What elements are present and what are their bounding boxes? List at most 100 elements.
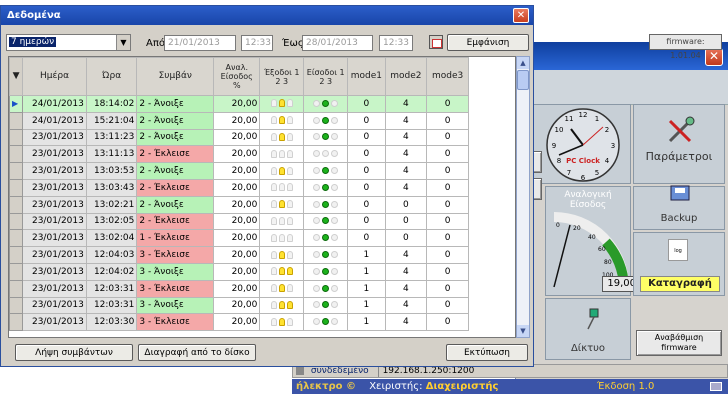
cell-mode1: 1: [347, 296, 386, 315]
cell-day: 23/01/2013: [22, 229, 87, 248]
table-row[interactable]: 23/01/2013 13:02:21 2 - Άνοιξε 20,00 0 0 0: [9, 195, 469, 214]
cell-event: 2 - Άνοιξε: [136, 95, 215, 113]
table-row[interactable]: 23/01/2013 13:02:05 2 - Έκλεισε 20,00 0 0 0: [9, 212, 469, 231]
column-header-inputs[interactable]: Είσοδοι 1 2 3: [303, 57, 349, 96]
period-select[interactable]: 7 ημερών ▼: [6, 34, 131, 51]
output-bulb-icon: [278, 267, 285, 276]
backup-panel[interactable]: Backup: [633, 185, 725, 230]
input-led-icon: [331, 116, 339, 124]
table-row[interactable]: 23/01/2013 12:04:03 3 - Έκλεισε 20,00 1 4 0: [9, 246, 469, 264]
column-header-outputs[interactable]: Έξοδοι 1 2 3: [259, 57, 305, 96]
scroll-down-icon[interactable]: ▼: [517, 325, 529, 337]
scroll-up-icon[interactable]: ▲: [517, 57, 529, 69]
table-row[interactable]: 23/01/2013 12:03:31 3 - Έκλεισε 20,00 1 4 0: [9, 279, 469, 298]
cell-outputs: [259, 128, 305, 147]
table-row[interactable]: 23/01/2013 12:04:02 3 - Άνοιξε 20,00 1 4 0: [9, 262, 469, 281]
input-led-icon: [331, 200, 339, 208]
table-row[interactable]: 23/01/2013 13:03:53 2 - Άνοιξε 20,00 0 4 0: [9, 162, 469, 180]
column-header-mode3[interactable]: mode3: [426, 57, 469, 96]
print-button[interactable]: Εκτύπωση: [446, 344, 528, 361]
table-row[interactable]: 23/01/2013 13:03:43 2 - Έκλεισε 20,00 0 4 0: [9, 178, 469, 197]
cell-time: 12:03:31: [85, 279, 138, 298]
operator-label: Χειριστής:: [369, 381, 423, 392]
column-header-day[interactable]: Ημέρα: [22, 57, 87, 96]
output-bulb-icon: [286, 216, 293, 225]
from-time-input[interactable]: 12:33: [241, 35, 273, 51]
row-indicator: [9, 246, 24, 264]
to-date-input[interactable]: 28/01/2013: [302, 35, 373, 51]
input-led-icon: [313, 318, 321, 326]
column-header-time[interactable]: Ώρα: [85, 57, 138, 96]
cell-inputs: [303, 313, 349, 332]
parameters-panel[interactable]: Παράμετροι: [633, 104, 725, 184]
table-row[interactable]: 23/01/2013 13:11:13 2 - Έκλεισε 20,00 0 4 0: [9, 145, 469, 164]
connection-status: συνδεδεμένο: [310, 366, 369, 376]
row-indicator-header: ▼: [9, 57, 24, 96]
to-time-input[interactable]: 12:33: [379, 35, 413, 51]
cell-outputs: [259, 162, 305, 180]
cell-mode3: 0: [426, 313, 469, 332]
table-row[interactable]: 23/01/2013 13:02:04 1 - Έκλεισε 20,00 0 0 0: [9, 229, 469, 248]
clock-number: 4: [605, 157, 610, 165]
clock-number: 12: [579, 111, 588, 119]
input-led-icon: [322, 234, 330, 242]
from-date-input[interactable]: 21/01/2013: [164, 35, 236, 51]
input-led-icon: [331, 318, 339, 326]
chevron-down-icon[interactable]: ▼: [116, 35, 130, 50]
cell-event: 2 - Έκλεισε: [136, 178, 215, 197]
cell-day: 23/01/2013: [22, 246, 87, 264]
table-row[interactable]: 23/01/2013 13:11:23 2 - Άνοιξε 20,00 0 4 0: [9, 128, 469, 147]
output-bulb-icon: [270, 317, 277, 326]
table-row[interactable]: ▶ 24/01/2013 18:14:02 2 - Άνοιξε 20,00 0 4 0: [9, 95, 469, 113]
events-table[interactable]: ▼ Ημέρα Ώρα Συμβάν Αναλ. Είσοδος % Έξοδο…: [8, 56, 516, 338]
parameters-label: Παράμετροι: [645, 150, 713, 163]
cell-outputs: [259, 212, 305, 231]
show-button[interactable]: Εμφάνιση: [447, 34, 529, 51]
cell-analog: 20,00: [213, 111, 261, 130]
delete-from-disk-button[interactable]: Διαγραφή από το δίσκο: [138, 344, 256, 361]
table-row[interactable]: 23/01/2013 12:03:30 3 - Έκλεισε 20,00 1 4 0: [9, 313, 469, 332]
cell-mode2: 4: [384, 128, 428, 147]
cell-mode1: 0: [347, 178, 386, 197]
input-led-icon: [313, 217, 321, 225]
cell-analog: 20,00: [213, 95, 261, 113]
cell-time: 13:03:43: [85, 178, 138, 197]
cell-event: 3 - Έκλεισε: [136, 313, 215, 332]
get-events-button[interactable]: Λήψη συμβάντων: [15, 344, 133, 361]
gauge-tick: 0: [556, 222, 560, 229]
clock-panel: 12 1 2 3 4 5 6 7 8 9 10 11 PC Clock: [532, 104, 631, 184]
table-row[interactable]: 24/01/2013 15:21:04 2 - Άνοιξε 20,00 0 4 0: [9, 111, 469, 130]
update-firmware-button[interactable]: Αναβάθμιση firmware: [636, 330, 722, 356]
column-header-analog[interactable]: Αναλ. Είσοδος %: [213, 57, 261, 96]
log-panel[interactable]: log Καταγραφή: [633, 232, 725, 296]
cell-mode1: 1: [347, 279, 386, 298]
tray-icon: [710, 382, 722, 391]
cell-event: 3 - Άνοιξε: [136, 296, 215, 315]
column-header-mode1[interactable]: mode1: [347, 57, 386, 96]
input-led-icon: [322, 116, 330, 124]
cell-day: 23/01/2013: [22, 262, 87, 281]
cell-mode3: 0: [426, 145, 469, 164]
main-window-close-button[interactable]: ✕: [705, 48, 723, 66]
input-led-icon: [331, 267, 339, 275]
scroll-thumb[interactable]: [517, 70, 529, 90]
network-panel[interactable]: Δίκτυο: [545, 298, 631, 360]
calendar-icon[interactable]: [429, 35, 443, 49]
connection-icon: [296, 366, 304, 375]
column-header-event[interactable]: Συμβάν: [136, 57, 215, 96]
cell-mode3: 0: [426, 246, 469, 264]
cell-analog: 20,00: [213, 296, 261, 315]
row-indicator: [9, 145, 24, 164]
cell-mode1: 0: [347, 128, 386, 147]
input-led-icon: [331, 284, 339, 292]
cell-mode2: 4: [384, 296, 428, 315]
dialog-close-button[interactable]: ✕: [513, 8, 529, 23]
output-bulb-icon: [286, 284, 293, 293]
column-header-mode2[interactable]: mode2: [384, 57, 428, 96]
cell-outputs: [259, 229, 305, 248]
table-row[interactable]: 23/01/2013 12:03:31 3 - Άνοιξε 20,00 1 4 0: [9, 296, 469, 315]
input-led-icon: [331, 99, 339, 107]
table-scrollbar[interactable]: ▲ ▼: [516, 56, 530, 338]
brand-label: ήλεκτρο ©: [296, 381, 357, 392]
input-led-icon: [331, 301, 339, 309]
